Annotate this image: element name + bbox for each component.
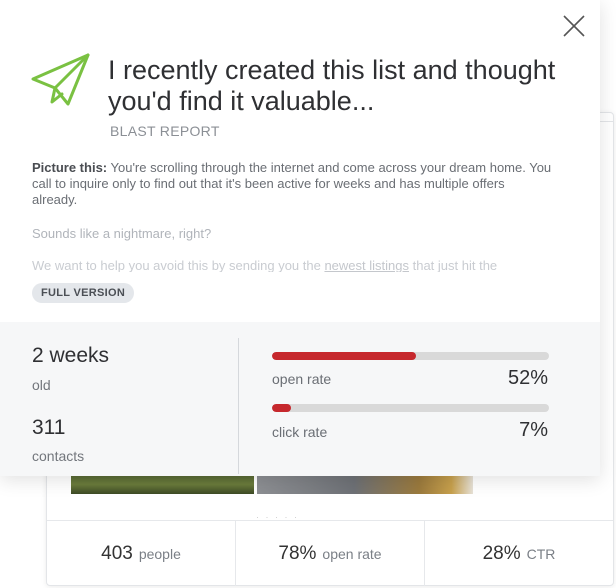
- faded-text-line-2: We want to help you avoid this by sendin…: [32, 258, 572, 272]
- description-lead: Picture this:: [32, 160, 108, 175]
- close-icon[interactable]: [560, 12, 588, 40]
- stat-open-rate-label: open rate: [322, 545, 382, 562]
- stat-ctr-label: CTR: [526, 545, 556, 562]
- modal-title: I recently created this list and thought…: [108, 55, 556, 116]
- faded-text-prefix: We want to help you avoid this by sendin…: [32, 258, 325, 272]
- contacts-label: contacts: [32, 448, 85, 464]
- stat-open-rate-number: 78%: [278, 542, 317, 564]
- click-rate-label: click rate: [272, 424, 328, 440]
- modal-subtitle: BLAST REPORT: [110, 123, 220, 139]
- stat-ctr: 28% CTR: [425, 521, 613, 586]
- stat-people-number: 403: [101, 542, 133, 564]
- click-rate-bar: [272, 404, 549, 412]
- paper-plane-icon: [30, 52, 92, 108]
- stats-divider: [238, 338, 239, 474]
- stat-ctr-number: 28%: [482, 542, 521, 564]
- stat-open-rate: 78% open rate: [236, 521, 425, 586]
- open-rate-bar: [272, 352, 549, 360]
- description-body: You're scrolling through the internet an…: [32, 160, 552, 207]
- age-label: old: [32, 377, 51, 393]
- stat-people: 403 people: [47, 521, 236, 586]
- click-rate-value: 7%: [519, 419, 548, 441]
- full-version-badge[interactable]: FULL VERSION: [32, 283, 135, 303]
- faded-text-line-1: Sounds like a nightmare, right?: [32, 226, 212, 241]
- blast-report-modal: I recently created this list and thought…: [0, 0, 600, 476]
- background-stats-row: 403 people 78% open rate 28% CTR: [47, 520, 613, 586]
- faded-text-suffix: that just hit the: [409, 258, 498, 272]
- open-rate-value: 52%: [507, 367, 548, 389]
- age-value: 2 weeks: [32, 344, 110, 367]
- stat-people-label: people: [138, 545, 181, 562]
- open-rate-label: open rate: [272, 371, 332, 387]
- contacts-value: 311: [32, 416, 66, 439]
- stats-panel: 2 weeks old 311 contacts open rate 52% c…: [0, 322, 600, 476]
- open-rate-bar-fill: [272, 352, 417, 360]
- newest-listings-link[interactable]: newest listings: [324, 258, 409, 272]
- click-rate-bar-fill: [272, 404, 292, 412]
- description: Picture this: You're scrolling through t…: [32, 160, 552, 208]
